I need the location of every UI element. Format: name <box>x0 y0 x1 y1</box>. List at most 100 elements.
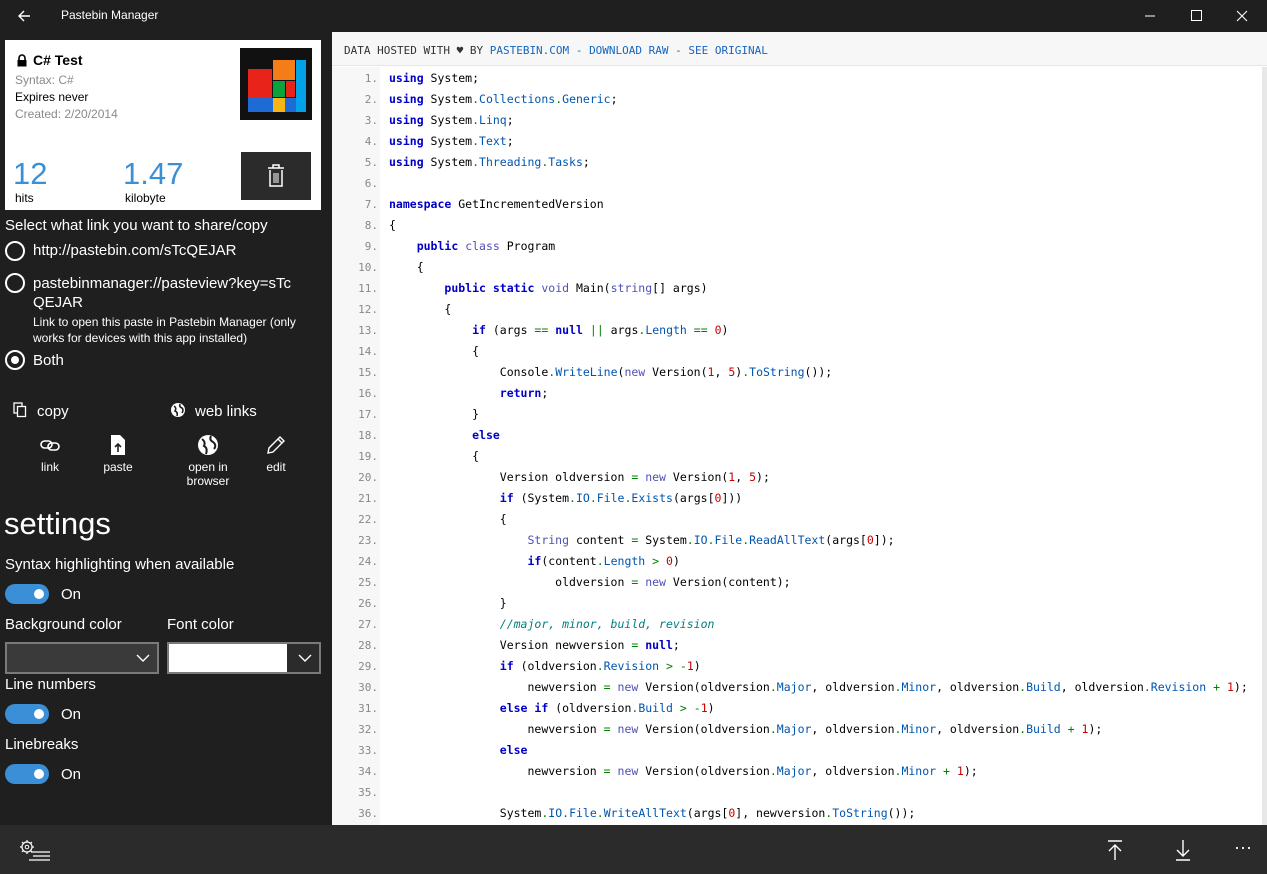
size-label: kilobyte <box>125 191 166 205</box>
file-upload-icon <box>111 435 125 455</box>
syntax-highlighting-state: On <box>61 586 82 603</box>
code-line: 31. else if (oldversion.Build > -1) <box>332 698 1262 719</box>
code-line: 5. using System.Threading.Tasks; <box>332 152 1262 173</box>
code-view[interactable]: 1. using System; 2. using System.Collection… <box>332 67 1262 825</box>
maximize-button[interactable] <box>1173 0 1219 32</box>
code-line: 2. using System.Collections.Generic; <box>332 89 1262 110</box>
line-number: 23. <box>358 534 378 547</box>
delete-button[interactable] <box>241 152 311 200</box>
edit-button[interactable]: edit <box>241 434 311 474</box>
font-color-swatch <box>169 644 287 672</box>
linebreaks-toggle[interactable] <box>5 764 49 784</box>
line-number: 6. <box>364 177 378 190</box>
vertical-scrollbar[interactable] <box>1262 67 1267 825</box>
radio-both-label[interactable]: Both <box>33 352 64 369</box>
code-line: 26. } <box>332 593 1262 614</box>
code-line: 9. public class Program <box>332 236 1262 257</box>
separator: - <box>675 44 682 57</box>
code-line: 22. { <box>332 509 1262 530</box>
back-button[interactable] <box>10 4 40 28</box>
syntax-highlighting-toggle[interactable] <box>5 584 49 604</box>
code-text: { <box>389 218 396 232</box>
line-number: 20. <box>358 471 378 484</box>
close-button[interactable] <box>1219 0 1265 32</box>
copy-icon <box>13 402 27 418</box>
download-button[interactable] <box>1170 837 1196 863</box>
code-text: namespace GetIncrementedVersion <box>389 197 604 211</box>
code-text: newversion = new Version(oldversion.Majo… <box>389 722 1103 736</box>
hits-label: hits <box>15 191 34 205</box>
code-line: 29. if (oldversion.Revision > -1) <box>332 656 1262 677</box>
globe-icon <box>198 435 218 455</box>
copy-link-button[interactable]: link <box>15 434 85 474</box>
code-text: { <box>389 449 480 463</box>
code-text: newversion = new Version(oldversion.Majo… <box>389 680 1248 694</box>
app-title: Pastebin Manager <box>61 8 159 22</box>
hits-count: 12 <box>13 156 48 191</box>
font-color-dropdown[interactable] <box>167 642 321 674</box>
line-number: 26. <box>358 597 378 610</box>
source-bar: DATA HOSTED WITH ♥ BY PASTEBIN.COM - DOW… <box>332 32 1267 66</box>
code-text: oldversion = new Version(content); <box>389 575 791 589</box>
paste-created: Created: 2/20/2014 <box>15 107 118 121</box>
line-number: 22. <box>358 513 378 526</box>
radio-web-link-label[interactable]: http://pastebin.com/sTcQEJAR <box>33 242 236 259</box>
code-text: public static void Main(string[] args) <box>444 281 708 295</box>
code-line: 11. public static void Main(string[] arg… <box>332 278 1262 299</box>
code-line: 36. System.IO.File.WriteAllText(args[0],… <box>332 803 1262 824</box>
settings-heading: settings <box>4 506 111 541</box>
code-line: 1. using System; <box>332 68 1262 89</box>
scroll-to-top-button[interactable] <box>1102 837 1128 863</box>
code-text: public class Program <box>416 239 556 253</box>
lock-icon <box>17 54 27 67</box>
radio-app-link[interactable] <box>5 273 25 293</box>
line-number: 14. <box>358 345 378 358</box>
radio-web-link[interactable] <box>5 241 25 261</box>
code-text: using System.Threading.Tasks; <box>389 155 590 169</box>
code-text: { <box>389 344 480 358</box>
line-number: 31. <box>358 702 378 715</box>
download-raw-link[interactable]: DOWNLOAD RAW <box>589 44 668 57</box>
pastebin-link[interactable]: PASTEBIN.COM <box>490 44 569 57</box>
code-text: return; <box>499 386 549 400</box>
background-color-dropdown[interactable] <box>5 642 159 674</box>
close-icon <box>1236 10 1248 22</box>
settings-menu-button[interactable] <box>17 837 53 863</box>
code-text: //major, minor, build, revision <box>499 617 715 631</box>
arrow-down-icon <box>1176 840 1190 861</box>
code-line: 19. { <box>332 446 1262 467</box>
line-numbers-state: On <box>61 706 82 723</box>
line-number: 11. <box>358 282 378 295</box>
copy-paste-button[interactable]: paste <box>83 434 153 474</box>
syntax-thumbnail <box>240 48 312 120</box>
code-line: 18. else <box>332 425 1262 446</box>
code-line: 23. String content = System.IO.File.Read… <box>332 530 1262 551</box>
code-text: if (oldversion.Revision > -1) <box>499 659 701 673</box>
more-button[interactable]: ··· <box>1228 837 1258 863</box>
code-line: 3. using System.Linq; <box>332 110 1262 131</box>
minimize-button[interactable] <box>1127 0 1173 32</box>
csharp-logo-icon <box>240 48 312 120</box>
line-number: 33. <box>358 744 378 757</box>
line-number: 2. <box>364 93 378 106</box>
paste-info-card: C# Test Syntax: C# Expires never Created… <box>5 40 321 210</box>
line-number: 9. <box>364 240 378 253</box>
line-number: 10. <box>358 261 378 274</box>
see-original-link[interactable]: SEE ORIGINAL <box>688 44 767 57</box>
line-number: 34. <box>358 765 378 778</box>
hosted-with-text: DATA HOSTED WITH ♥ BY <box>344 44 484 57</box>
size-value: 1.47 <box>123 156 184 191</box>
line-number: 16. <box>358 387 378 400</box>
paste-expires: Expires never <box>15 90 89 104</box>
open-in-browser-button[interactable]: open in browser <box>173 434 243 488</box>
code-line: 6. <box>332 173 1262 194</box>
open-in-browser-label: open in browser <box>186 460 230 488</box>
background-color-swatch <box>7 644 125 672</box>
code-line: 12. { <box>332 299 1262 320</box>
line-number: 36. <box>358 807 378 820</box>
radio-both[interactable] <box>5 350 25 370</box>
radio-app-link-label[interactable]: pastebinmanager://pasteview?key=sTcQEJAR <box>33 274 293 312</box>
link-icon <box>40 440 60 451</box>
code-text: if(content.Length > 0) <box>527 554 680 568</box>
line-numbers-toggle[interactable] <box>5 704 49 724</box>
